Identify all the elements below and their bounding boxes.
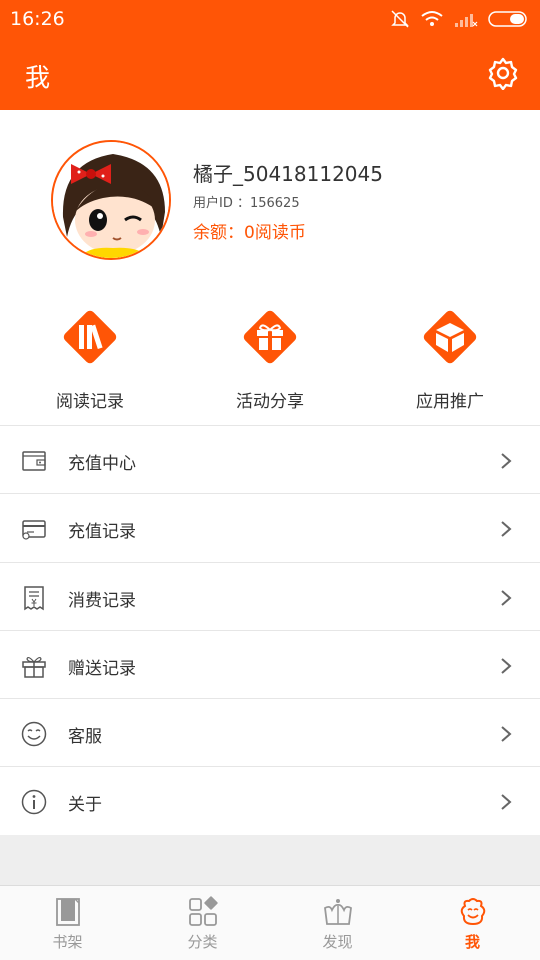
menu-label-consumption-records: 消费记录 — [68, 590, 136, 611]
status-time: 16:26 — [10, 8, 65, 30]
nav-tab-discover[interactable]: 发现 — [270, 886, 405, 960]
nav-tab-bookshelf[interactable]: 书架 — [0, 886, 135, 960]
quick-actions: 阅读记录 活动分享 应用推广 — [0, 285, 540, 425]
menu-item-gift-records[interactable]: 赠送记录 — [0, 630, 540, 700]
wifi-icon — [421, 11, 443, 26]
profile-section: 橘子_50418112045 用户ID ：156625 余额：0阅读币 — [0, 110, 540, 285]
info-icon — [21, 790, 47, 815]
gear-icon — [488, 57, 518, 91]
empty-area — [0, 835, 540, 885]
status-bar: 16:26 — [0, 0, 540, 38]
chevron-right-icon — [501, 658, 512, 674]
balance: 余额：0阅读币 — [193, 223, 306, 243]
menu-item-consumption-records[interactable]: 消费记录 — [0, 562, 540, 631]
activity-share-button[interactable]: 活动分享 — [180, 285, 360, 425]
gift-outline-icon — [22, 656, 46, 678]
nav-tab-category[interactable]: 分类 — [135, 886, 270, 960]
nav-label-bookshelf: 书架 — [52, 933, 83, 951]
me-icon — [460, 898, 486, 926]
chevron-right-icon — [501, 794, 512, 811]
status-icons — [390, 9, 530, 29]
gift-icon — [243, 310, 297, 364]
app-promotion-button[interactable]: 应用推广 — [360, 285, 540, 425]
category-icon — [189, 896, 218, 926]
chevron-right-icon — [501, 726, 512, 742]
chevron-right-icon — [501, 453, 512, 469]
menu-label-gift-records: 赠送记录 — [68, 658, 136, 679]
quick-label-app-promotion: 应用推广 — [416, 392, 484, 412]
smile-icon — [21, 721, 47, 747]
chevron-right-icon — [501, 521, 512, 538]
chevron-right-icon — [501, 589, 512, 606]
crown-icon — [324, 899, 352, 925]
quick-label-reading-history: 阅读记录 — [56, 392, 124, 412]
battery-icon — [488, 11, 527, 27]
top-bar: 16:26 我 — [0, 0, 540, 110]
quick-label-activity-share: 活动分享 — [236, 392, 304, 412]
nav-label-me: 我 — [464, 933, 480, 951]
menu-label-about: 关于 — [68, 795, 102, 816]
mute-bell-icon — [391, 10, 409, 28]
menu-item-recharge-center[interactable]: 充值中心 — [0, 426, 540, 495]
nav-tab-me[interactable]: 我 — [405, 886, 540, 960]
title-bar: 我 — [0, 40, 540, 110]
settings-button[interactable] — [486, 56, 520, 91]
menu-label-customer-service: 客服 — [68, 727, 102, 748]
avatar-cartoon-icon — [53, 142, 169, 258]
receipt-icon — [24, 585, 44, 610]
signal-icon — [455, 14, 478, 27]
menu-label-recharge-records: 充值记录 — [68, 522, 136, 543]
menu-item-customer-service[interactable]: 客服 — [0, 699, 540, 768]
nav-label-discover: 发现 — [322, 933, 353, 951]
page-title: 我 — [25, 63, 51, 92]
username: 橘子_50418112045 — [193, 162, 383, 186]
menu-item-recharge-records[interactable]: 充值记录 — [0, 494, 540, 563]
bookshelf-icon — [56, 898, 80, 926]
bottom-nav: 书架 分类 发现 我 — [0, 885, 540, 960]
nav-label-category: 分类 — [187, 933, 218, 951]
avatar[interactable] — [51, 140, 171, 260]
card-icon — [22, 520, 46, 540]
menu-label-recharge-center: 充值中心 — [68, 454, 136, 474]
menu-item-about[interactable]: 关于 — [0, 767, 540, 836]
box-icon — [423, 310, 477, 364]
menu-list: 充值中心 充值记录 消费记录 赠送记录 客服 关于 — [0, 425, 540, 836]
books-icon — [63, 310, 117, 364]
reading-history-button[interactable]: 阅读记录 — [0, 285, 180, 425]
user-id: 用户ID ：156625 — [193, 196, 300, 211]
wallet-icon — [22, 451, 46, 471]
